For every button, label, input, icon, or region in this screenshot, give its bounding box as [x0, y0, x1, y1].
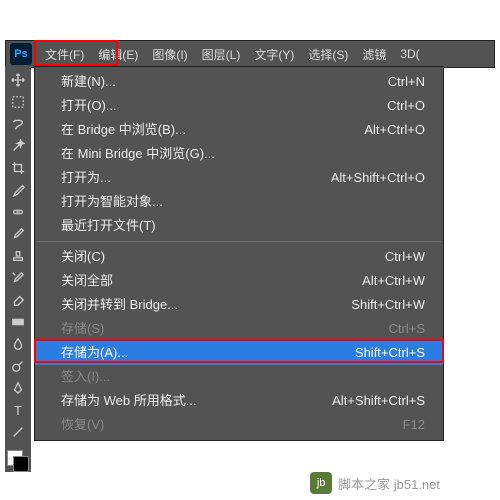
gradient-tool-icon[interactable] [7, 312, 29, 332]
menu-item-shortcut: F12 [403, 416, 425, 434]
menu-item[interactable]: 存储为(A)... Shift+Ctrl+S [35, 341, 443, 365]
menu-item-shortcut: Ctrl+N [388, 73, 425, 91]
wand-tool-icon[interactable] [7, 136, 29, 156]
menu-item[interactable]: 关闭并转到 Bridge... Shift+Ctrl+W [35, 293, 443, 317]
menu-filter[interactable]: 滤镜 [355, 42, 393, 67]
move-tool-icon[interactable] [7, 70, 29, 90]
heal-tool-icon[interactable] [7, 202, 29, 222]
menu-item-label: 关闭全部 [61, 272, 113, 290]
app-window: Ps 文件(F) 编辑(E) 图像(I) 图层(L) 文字(Y) 选择(S) 滤… [5, 40, 495, 68]
menu-separator [37, 241, 441, 242]
menu-item-shortcut: Alt+Shift+Ctrl+S [332, 392, 425, 410]
blur-tool-icon[interactable] [7, 334, 29, 354]
menu-item-label: 签入(I)... [61, 368, 110, 386]
menu-item-shortcut: Alt+Ctrl+W [362, 272, 425, 290]
menu-item[interactable]: 新建(N)... Ctrl+N [35, 70, 443, 94]
menu-item-shortcut: Ctrl+O [387, 97, 425, 115]
menu-item-shortcut: Shift+Ctrl+W [351, 296, 425, 314]
menu-item-shortcut: Alt+Ctrl+O [364, 121, 425, 139]
file-dropdown-menu: 新建(N)... Ctrl+N 打开(O)... Ctrl+O 在 Bridge 中浏览… [34, 66, 444, 441]
menu-item-label: 在 Bridge 中浏览(B)... [61, 121, 186, 139]
menu-item[interactable]: 关闭全部 Alt+Ctrl+W [35, 269, 443, 293]
ps-logo: Ps [10, 43, 32, 65]
menu-item[interactable]: 在 Bridge 中浏览(B)... Alt+Ctrl+O [35, 118, 443, 142]
watermark: jb 脚本之家 jb51.net [310, 472, 440, 494]
menu-item-label: 打开为智能对象... [61, 193, 163, 211]
menu-item-label: 存储为 Web 所用格式... [61, 392, 197, 410]
type-tool-icon[interactable]: T [7, 400, 29, 420]
menu-item[interactable]: 关闭(C) Ctrl+W [35, 245, 443, 269]
tools-panel: T [5, 66, 31, 472]
menu-item-label: 新建(N)... [61, 73, 116, 91]
menu-item-label: 关闭(C) [61, 248, 105, 266]
menu-item-shortcut: Ctrl+W [385, 248, 425, 266]
stamp-tool-icon[interactable] [7, 246, 29, 266]
menu-item: 恢复(V) F12 [35, 413, 443, 437]
menu-layer[interactable]: 图层(L) [195, 42, 248, 67]
eyedropper-tool-icon[interactable] [7, 180, 29, 200]
brush-tool-icon[interactable] [7, 224, 29, 244]
watermark-icon: jb [310, 472, 332, 494]
menu-file[interactable]: 文件(F) [38, 42, 91, 67]
menu-item-label: 存储(S) [61, 320, 104, 338]
lasso-tool-icon[interactable] [7, 114, 29, 134]
marquee-tool-icon[interactable] [7, 92, 29, 112]
menu-item-label: 打开为... [61, 169, 111, 187]
menu-item-shortcut: Alt+Shift+Ctrl+O [331, 169, 425, 187]
menu-item-label: 最近打开文件(T) [61, 217, 156, 235]
menu-item-label: 恢复(V) [61, 416, 104, 434]
watermark-text: 脚本之家 jb51.net [338, 474, 440, 493]
crop-tool-icon[interactable] [7, 158, 29, 178]
menu-item[interactable]: 打开(O)... Ctrl+O [35, 94, 443, 118]
menu-item[interactable]: 最近打开文件(T) [35, 214, 443, 238]
color-swatches[interactable] [7, 450, 29, 472]
path-tool-icon[interactable] [7, 422, 29, 442]
menu-item[interactable]: 存储为 Web 所用格式... Alt+Shift+Ctrl+S [35, 389, 443, 413]
eraser-tool-icon[interactable] [7, 290, 29, 310]
pen-tool-icon[interactable] [7, 378, 29, 398]
menubar: Ps 文件(F) 编辑(E) 图像(I) 图层(L) 文字(Y) 选择(S) 滤… [6, 41, 494, 67]
menu-3d[interactable]: 3D( [393, 43, 426, 65]
menu-item[interactable]: 打开为... Alt+Shift+Ctrl+O [35, 166, 443, 190]
menu-item-shortcut: Shift+Ctrl+S [355, 344, 425, 362]
menu-item: 存储(S) Ctrl+S [35, 317, 443, 341]
menu-item-label: 在 Mini Bridge 中浏览(G)... [61, 145, 215, 163]
menu-edit[interactable]: 编辑(E) [91, 42, 145, 67]
menu-item-label: 关闭并转到 Bridge... [61, 296, 178, 314]
background-swatch[interactable] [13, 456, 29, 472]
menu-item-label: 打开(O)... [61, 97, 117, 115]
menu-image[interactable]: 图像(I) [145, 42, 194, 67]
menu-item-label: 存储为(A)... [61, 344, 128, 362]
menu-item-shortcut: Ctrl+S [389, 320, 425, 338]
menu-type[interactable]: 文字(Y) [247, 42, 301, 67]
menu-select[interactable]: 选择(S) [301, 42, 355, 67]
dodge-tool-icon[interactable] [7, 356, 29, 376]
history-brush-icon[interactable] [7, 268, 29, 288]
menu-item: 签入(I)... [35, 365, 443, 389]
menu-item[interactable]: 在 Mini Bridge 中浏览(G)... [35, 142, 443, 166]
menu-item[interactable]: 打开为智能对象... [35, 190, 443, 214]
